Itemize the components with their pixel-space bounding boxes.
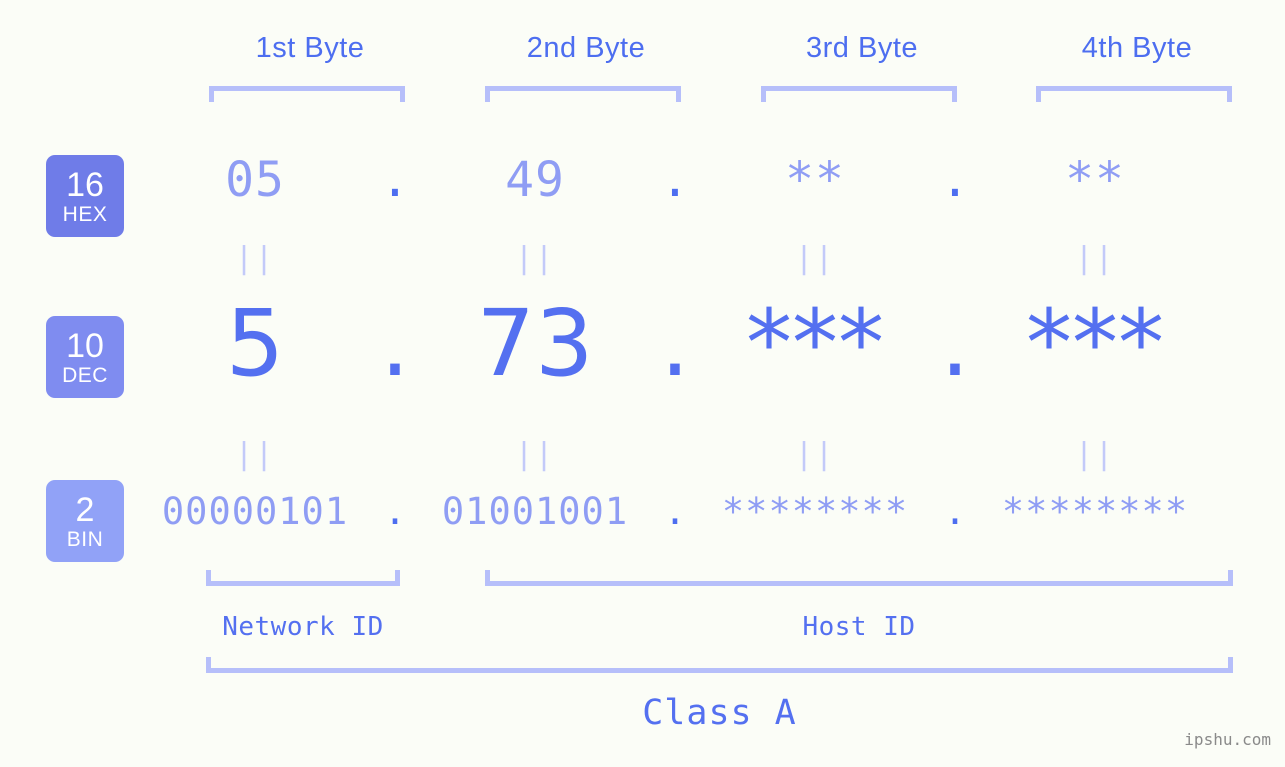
hex-value-row: 05 . 49 . ** . ** [140, 152, 1260, 208]
equality-row-dec-bin: || || || || [140, 440, 1260, 470]
base-badge-hex-abbr: HEX [62, 202, 108, 226]
hex-octet-3: ** [785, 152, 845, 208]
hex-octet-1: 05 [225, 152, 285, 208]
hex-separator-1: . [380, 152, 410, 208]
equality-mark-hex-dec-1: || [234, 241, 276, 276]
bin-octet-1: 00000101 [161, 490, 349, 533]
bin-octet-2: 01001001 [441, 490, 629, 533]
byte-bracket-3 [761, 86, 957, 102]
site-watermark: ipshu.com [1184, 730, 1271, 749]
base-badge-bin[interactable]: 2 BIN [46, 480, 124, 562]
equality-mark-dec-bin-3: || [794, 437, 836, 472]
class-label: Class A [642, 693, 797, 733]
ip-address-breakdown-diagram: 1st Byte 2nd Byte 3rd Byte 4th Byte 16 H… [0, 0, 1285, 767]
dec-separator-3: . [940, 290, 970, 397]
base-badge-bin-number: 2 [75, 490, 95, 529]
dec-octet-1: 5 [225, 290, 285, 397]
hex-octet-2: 49 [505, 152, 565, 208]
bin-separator-1: . [383, 490, 407, 533]
bin-separator-3: . [943, 490, 967, 533]
hex-separator-2: . [660, 152, 690, 208]
bin-separator-2: . [663, 490, 687, 533]
bin-octet-3: ******** [721, 490, 909, 533]
hex-separator-3: . [940, 152, 970, 208]
equality-mark-hex-dec-4: || [1074, 241, 1116, 276]
byte-header-label-1: 1st Byte [255, 32, 365, 64]
base-badge-bin-abbr: BIN [66, 527, 104, 551]
byte-bracket-4 [1036, 86, 1232, 102]
dec-octet-4: *** [1026, 290, 1164, 397]
dec-value-row: 5 . 73 . *** . *** [140, 290, 1260, 397]
equality-mark-dec-bin-4: || [1074, 437, 1116, 472]
dec-octet-3: *** [746, 290, 884, 397]
class-bracket [206, 657, 1233, 673]
network-id-label: Network ID [222, 612, 384, 642]
network-id-bracket [206, 570, 400, 586]
base-badge-hex[interactable]: 16 HEX [46, 155, 124, 237]
byte-bracket-1 [209, 86, 405, 102]
hex-octet-4: ** [1065, 152, 1125, 208]
host-id-label: Host ID [802, 612, 916, 642]
byte-header-label-3: 3rd Byte [806, 32, 918, 64]
base-badge-dec-number: 10 [66, 326, 104, 365]
equality-row-hex-dec: || || || || [140, 244, 1260, 274]
byte-header-label-2: 2nd Byte [526, 32, 646, 64]
equality-mark-dec-bin-2: || [514, 437, 556, 472]
byte-bracket-2 [485, 86, 681, 102]
host-id-bracket [485, 570, 1233, 586]
byte-header-label-4: 4th Byte [1081, 32, 1193, 64]
bin-value-row: 00000101 . 01001001 . ******** . *******… [140, 490, 1260, 533]
dec-octet-2: 73 [476, 290, 594, 397]
bin-octet-4: ******** [1001, 490, 1189, 533]
dec-separator-1: . [380, 290, 410, 397]
base-badge-dec-abbr: DEC [62, 363, 108, 387]
equality-mark-hex-dec-3: || [794, 241, 836, 276]
base-badge-hex-number: 16 [66, 165, 104, 204]
base-badge-dec[interactable]: 10 DEC [46, 316, 124, 398]
dec-separator-2: . [660, 290, 690, 397]
equality-mark-hex-dec-2: || [514, 241, 556, 276]
equality-mark-dec-bin-1: || [234, 437, 276, 472]
